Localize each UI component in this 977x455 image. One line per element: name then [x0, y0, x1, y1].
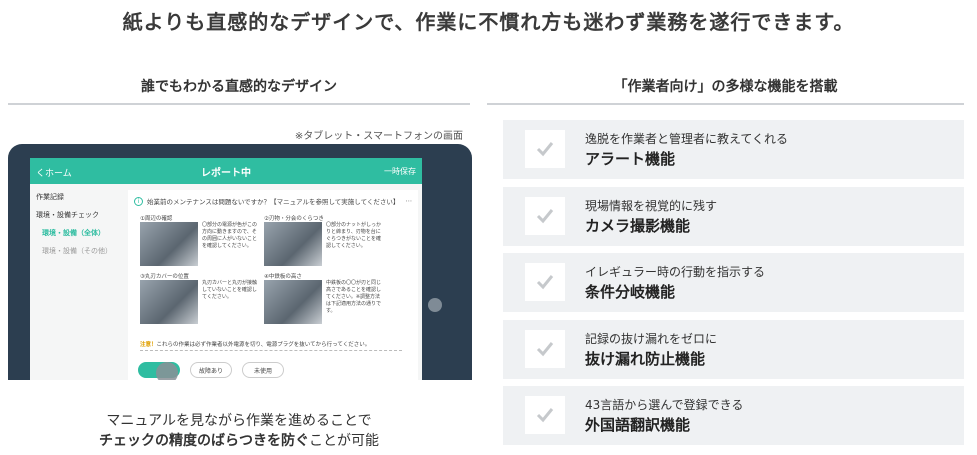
feature-card-camera: 現場情報を視覚的に残す カメラ撮影機能	[503, 187, 964, 246]
feature-title: アラート機能	[585, 150, 676, 168]
step-photo	[140, 280, 198, 324]
manual-step: ③丸刃カバーの位置 丸刃カバーと丸刃が接触していないことを確認してください。	[140, 272, 260, 326]
step-caption: ②刃物・分会のくらつき	[264, 216, 324, 222]
left-section-title: 誰でもわかる直感的なデザイン	[141, 79, 337, 95]
sidebar-item-work-record[interactable]: 作業記録	[36, 192, 118, 202]
feature-card-alert: 逸脱を作業者と管理者に教えてくれる アラート機能	[503, 120, 964, 179]
feature-card-translation: 43言語から選んで登録できる 外国語翻訳機能	[503, 386, 964, 445]
right-divider	[487, 103, 964, 105]
left-divider	[8, 103, 470, 105]
step-photo	[140, 222, 198, 266]
info-icon: i	[134, 196, 143, 206]
feature-card-branch: イレギュラー時の行動を指示する 条件分岐機能	[503, 253, 964, 312]
feature-title: 外国語翻訳機能	[585, 416, 691, 434]
manual-step: ④中鉄板の高さ 中鉄板の〇〇が刃と同じ高さであることを確認してください。※調整方…	[264, 272, 384, 326]
step-photo	[264, 222, 322, 266]
step-photo	[264, 280, 322, 324]
question-row: i 始業前のメンテナンスは問題ないですか？【マニュアルを参照して実施してください…	[134, 196, 412, 206]
dotted-divider	[140, 350, 402, 351]
feature-title: カメラ撮影機能	[585, 217, 691, 235]
feature-subtitle: イレギュラー時の行動を指示する	[585, 265, 766, 279]
report-title: レポート中	[201, 168, 251, 179]
step-description: 〇部分のナットがしっかりと締まり、刃物を台にぐらつきがないことを確認してください…	[326, 222, 382, 249]
warning-text: これらの作業は必ず作業者以外電源を切り、電源プラグを抜いてから行ってください。	[156, 342, 371, 348]
manual-step: ①周辺の確認 〇部分の電源が色がこの方向に動きますので、その周囲に人がいないこと…	[140, 214, 260, 268]
feature-title: 条件分岐機能	[585, 283, 676, 301]
app-topbar: くホーム レポート中 一時保存	[30, 158, 422, 184]
right-section-title: 「作業者向け」の多様な機能を搭載	[613, 79, 838, 95]
tablet-screen: くホーム レポート中 一時保存 作業記録 環境・設備チェック 環境・設備（全体）…	[30, 158, 422, 380]
step-caption: ③丸刃カバーの位置	[140, 274, 189, 280]
feature-subtitle: 逸脱を作業者と管理者に教えてくれる	[585, 132, 789, 146]
more-icon[interactable]: ⋯	[406, 197, 413, 205]
step-description: 〇部分の電源が色がこの方向に動きますので、その周囲に人がいないことを確認してくだ…	[202, 222, 258, 249]
temp-save-button[interactable]: 一時保存	[384, 166, 416, 177]
check-icon	[525, 197, 565, 235]
check-icon	[525, 330, 565, 368]
feature-card-omission: 記録の抜け漏れをゼロに 抜け漏れ防止機能	[503, 320, 964, 379]
check-icon	[525, 263, 565, 301]
question-panel: i 始業前のメンテナンスは問題ないですか？【マニュアルを参照して実施してください…	[128, 190, 418, 380]
feature-subtitle: 記録の抜け漏れをゼロに	[585, 332, 718, 346]
tablet-mockup: くホーム レポート中 一時保存 作業記録 環境・設備チェック 環境・設備（全体）…	[8, 144, 472, 380]
sidebar-item-env-other[interactable]: 環境・設備（その他）	[36, 246, 118, 256]
sidebar-item-env-check[interactable]: 環境・設備チェック	[36, 210, 118, 220]
check-icon	[525, 396, 565, 434]
unused-button[interactable]: 未使用	[242, 362, 284, 378]
caption-line-2: チェックの精度のばらつきを防ぐことが可能	[8, 430, 470, 450]
warning-label: 注意！	[140, 342, 157, 348]
caption-rest: ことが可能	[309, 433, 379, 449]
step-description: 中鉄板の〇〇が刃と同じ高さであることを確認してください。※調整方法は下記適用方法…	[326, 280, 382, 314]
step-caption: ①周辺の確認	[140, 216, 173, 222]
check-icon	[525, 130, 565, 168]
device-note: ※タブレット・スマートフォンの画面	[294, 131, 463, 142]
sidebar-item-env-all[interactable]: 環境・設備（全体）	[36, 228, 118, 238]
step-caption: ④中鉄板の高さ	[264, 274, 302, 280]
feature-subtitle: 現場情報を視覚的に残す	[585, 199, 718, 213]
warning-note: 注意！これらの作業は必ず作業者以外電源を切り、電源プラグを抜いてから行ってくださ…	[140, 340, 370, 348]
feature-title: 抜け漏れ防止機能	[585, 350, 706, 368]
caption-line-1: マニュアルを見ながら作業を進めることで	[106, 413, 372, 429]
manual-steps: ①周辺の確認 〇部分の電源が色がこの方向に動きますので、その周囲に人がいないこと…	[140, 214, 386, 326]
manual-step: ②刃物・分会のくらつき 〇部分のナットがしっかりと締まり、刃物を台にぐらつきがな…	[264, 214, 384, 268]
feature-subtitle: 43言語から選んで登録できる	[585, 398, 744, 412]
step-description: 丸刃カバーと丸刃が接触していないことを確認してください。	[202, 280, 258, 300]
question-text: 始業前のメンテナンスは問題ないですか？【マニュアルを参照して実施してください】	[147, 198, 400, 206]
tablet-home-button	[428, 298, 442, 312]
broken-button[interactable]: 故障あり	[190, 362, 232, 378]
caption-emphasis: チェックの精度のばらつきを防ぐ	[99, 433, 309, 449]
app-sidebar: 作業記録 環境・設備チェック 環境・設備（全体） 環境・設備（その他）	[30, 184, 124, 380]
touch-indicator	[156, 362, 178, 380]
page-headline: 紙よりも直感的なデザインで、作業に不慣れ方も迷わず業務を遂行できます。	[122, 10, 855, 34]
